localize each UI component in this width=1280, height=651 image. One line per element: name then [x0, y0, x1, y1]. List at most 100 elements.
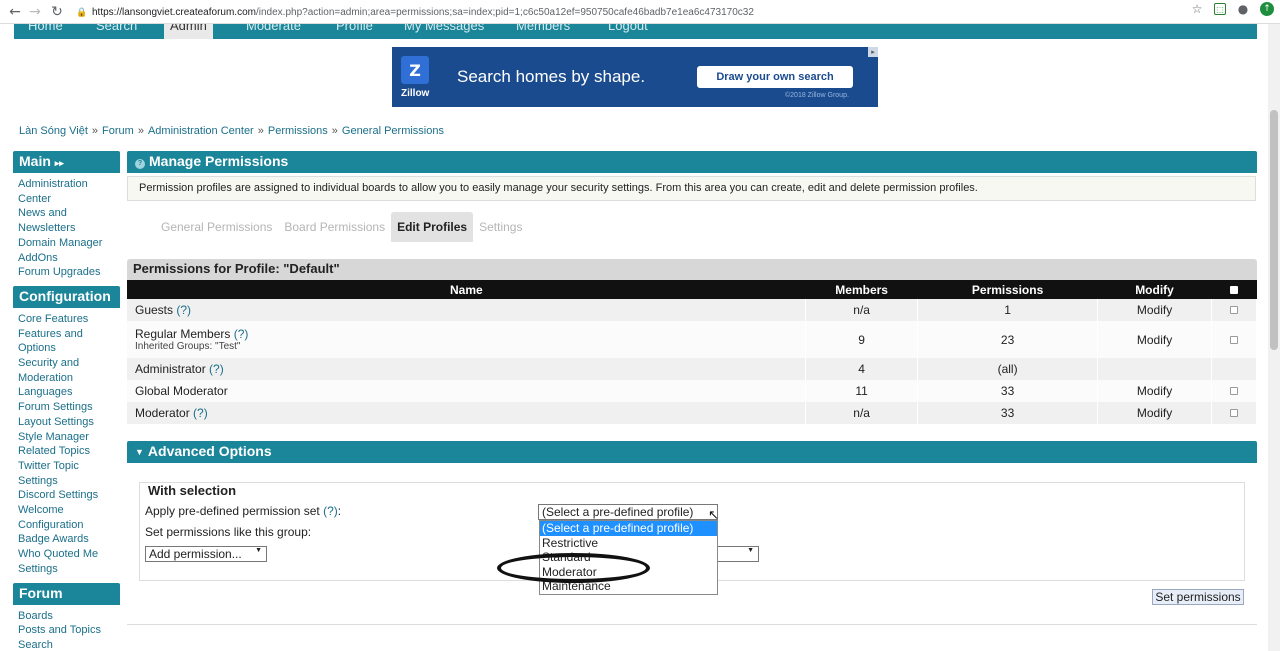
sidebar-main-item[interactable]: Forum Upgrades — [18, 265, 115, 280]
back-icon[interactable]: ← — [4, 1, 26, 23]
sidebar-config-item[interactable]: Security and — [18, 356, 115, 371]
help-circle-icon[interactable]: ? — [135, 159, 145, 169]
group-name[interactable]: Global Moderator — [135, 384, 228, 398]
tab-board-permissions[interactable]: Board Permissions — [278, 212, 391, 242]
ad-banner[interactable]: Z Zillow Search homes by shape. Draw you… — [392, 47, 878, 107]
sidebar-config-item[interactable]: Core Features — [18, 312, 115, 327]
page-scrollbar[interactable] — [1268, 24, 1280, 651]
modify-link[interactable]: Modify — [1097, 402, 1212, 424]
sidebar-main-item[interactable]: Administration — [18, 177, 115, 192]
modify-link[interactable]: Modify — [1097, 321, 1212, 358]
select-arrow-icon: ▼ — [255, 547, 262, 554]
sidebar-config-item[interactable]: Configuration — [18, 518, 115, 533]
address-bar[interactable]: 🔒 https://lansongviet.createaforum.com/i… — [76, 2, 1206, 22]
breadcrumb-site[interactable]: Làn Sóng Việt — [19, 125, 88, 137]
row-checkbox[interactable] — [1230, 335, 1238, 344]
sidebar-main-item[interactable]: Domain Manager — [18, 236, 115, 251]
group-name[interactable]: Administrator — [135, 362, 206, 376]
sidebar-forum-item[interactable]: Search — [18, 638, 115, 651]
modify-link[interactable]: Modify — [1097, 299, 1212, 321]
update-icon[interactable]: ↑ — [1260, 2, 1274, 16]
row-checkbox[interactable] — [1230, 409, 1238, 417]
extension-icon[interactable]: ⬚ — [1214, 3, 1226, 15]
group-select[interactable]: ▼ — [716, 546, 759, 562]
sidebar-forum-item[interactable]: Boards — [18, 609, 115, 624]
sidebar-section-configuration[interactable]: Configuration — [13, 285, 120, 308]
modify-link[interactable]: Modify — [1097, 380, 1212, 402]
advanced-options-header[interactable]: ▼ Advanced Options — [127, 441, 1257, 463]
sidebar-config-item[interactable]: Settings — [18, 562, 115, 577]
group-name-cell: Global Moderator — [127, 380, 807, 402]
members-count[interactable]: 11 — [805, 380, 919, 402]
row-checkbox-cell — [1211, 380, 1257, 402]
nav-my-messages[interactable]: My Messages — [404, 24, 484, 33]
nav-members[interactable]: Members — [516, 24, 570, 33]
account-icon[interactable]: ● — [1236, 2, 1250, 16]
sidebar-section-forum[interactable]: Forum — [13, 582, 120, 605]
scrollbar-thumb[interactable] — [1270, 110, 1278, 350]
group-help-link[interactable]: (?) — [209, 362, 224, 376]
sidebar-main-item[interactable]: Center — [18, 192, 115, 207]
ad-info-icon[interactable]: ▸ — [868, 47, 878, 57]
sidebar-main-item[interactable]: News and — [18, 206, 115, 221]
star-icon[interactable]: ☆ — [1190, 2, 1204, 16]
sidebar-config-item[interactable]: Languages — [18, 385, 115, 400]
sidebar-forum-item[interactable]: Posts and Topics — [18, 623, 115, 638]
ad-cta-button[interactable]: Draw your own search — [697, 66, 853, 88]
dropdown-option[interactable]: Restrictive — [540, 536, 717, 551]
sidebar-config-item[interactable]: Forum Settings — [18, 400, 115, 415]
group-help-link[interactable]: (?) — [176, 303, 191, 317]
breadcrumb-general-permissions[interactable]: General Permissions — [342, 125, 444, 137]
permissions-count: 33 — [917, 380, 1099, 402]
sidebar-config-item[interactable]: Settings — [18, 474, 115, 489]
select-arrow-icon: ▼ — [747, 547, 754, 554]
group-name[interactable]: Guests — [135, 303, 173, 317]
nav-profile[interactable]: Profile — [336, 24, 373, 33]
sidebar-config-item[interactable]: Options — [18, 341, 115, 356]
forward-icon[interactable]: → — [24, 1, 46, 23]
nav-search[interactable]: Search — [96, 24, 137, 33]
sidebar-forum-list: BoardsPosts and TopicsSearchSmileys and — [13, 605, 120, 651]
apply-preset-help-link[interactable]: (?) — [323, 504, 338, 518]
sidebar-config-item[interactable]: Discord Settings — [18, 488, 115, 503]
sidebar-config-item[interactable]: Twitter Topic — [18, 459, 115, 474]
select-all-checkbox[interactable] — [1230, 285, 1238, 294]
sidebar-config-item[interactable]: Badge Awards — [18, 532, 115, 547]
sidebar-section-main[interactable]: Main ▸▸ — [13, 151, 120, 173]
nav-logout[interactable]: Logout — [608, 24, 648, 33]
sidebar-config-item[interactable]: Moderation — [18, 371, 115, 386]
tab-general-permissions[interactable]: General Permissions — [155, 212, 278, 242]
group-help-link[interactable]: (?) — [234, 327, 249, 341]
sidebar-config-item[interactable]: Style Manager — [18, 430, 115, 445]
predefined-profile-select[interactable]: (Select a pre-defined profile) — [538, 504, 718, 520]
group-name[interactable]: Moderator — [135, 406, 190, 420]
nav-admin[interactable]: Admin — [164, 24, 213, 39]
sidebar-config-item[interactable]: Welcome — [18, 503, 115, 518]
sidebar-config-item[interactable]: Features and — [18, 327, 115, 342]
sidebar-main-item[interactable]: Newsletters — [18, 221, 115, 236]
breadcrumb-forum[interactable]: Forum — [102, 125, 134, 137]
sidebar-config-item[interactable]: Layout Settings — [18, 415, 115, 430]
add-permission-value: Add permission... — [149, 547, 242, 561]
nav-home[interactable]: Home — [28, 24, 63, 33]
table-row: Moderator (?) n/a 33 Modify — [127, 402, 1257, 424]
group-name[interactable]: Regular Members — [135, 327, 230, 341]
set-permissions-button[interactable]: Set permissions — [1152, 589, 1244, 605]
nav-moderate[interactable]: Moderate — [246, 24, 301, 33]
row-checkbox[interactable] — [1230, 306, 1238, 314]
tab-edit-profiles[interactable]: Edit Profiles — [391, 212, 474, 242]
modify-link[interactable] — [1097, 358, 1212, 380]
sidebar-main-item[interactable]: AddOns — [18, 251, 115, 266]
members-count[interactable]: 9 — [805, 321, 919, 358]
sidebar-config-item[interactable]: Related Topics — [18, 444, 115, 459]
reload-icon[interactable]: ↻ — [46, 1, 68, 23]
add-permission-select[interactable]: Add permission... ▼ — [145, 546, 267, 562]
breadcrumb-admin-center[interactable]: Administration Center — [148, 125, 254, 137]
tab-settings[interactable]: Settings — [473, 212, 528, 242]
sidebar-config-item[interactable]: Who Quoted Me — [18, 547, 115, 562]
dropdown-option[interactable]: (Select a pre-defined profile) — [540, 521, 717, 536]
breadcrumb-permissions[interactable]: Permissions — [268, 125, 328, 137]
members-count[interactable]: 4 — [805, 358, 919, 380]
row-checkbox[interactable] — [1230, 387, 1238, 395]
group-help-link[interactable]: (?) — [193, 406, 208, 420]
